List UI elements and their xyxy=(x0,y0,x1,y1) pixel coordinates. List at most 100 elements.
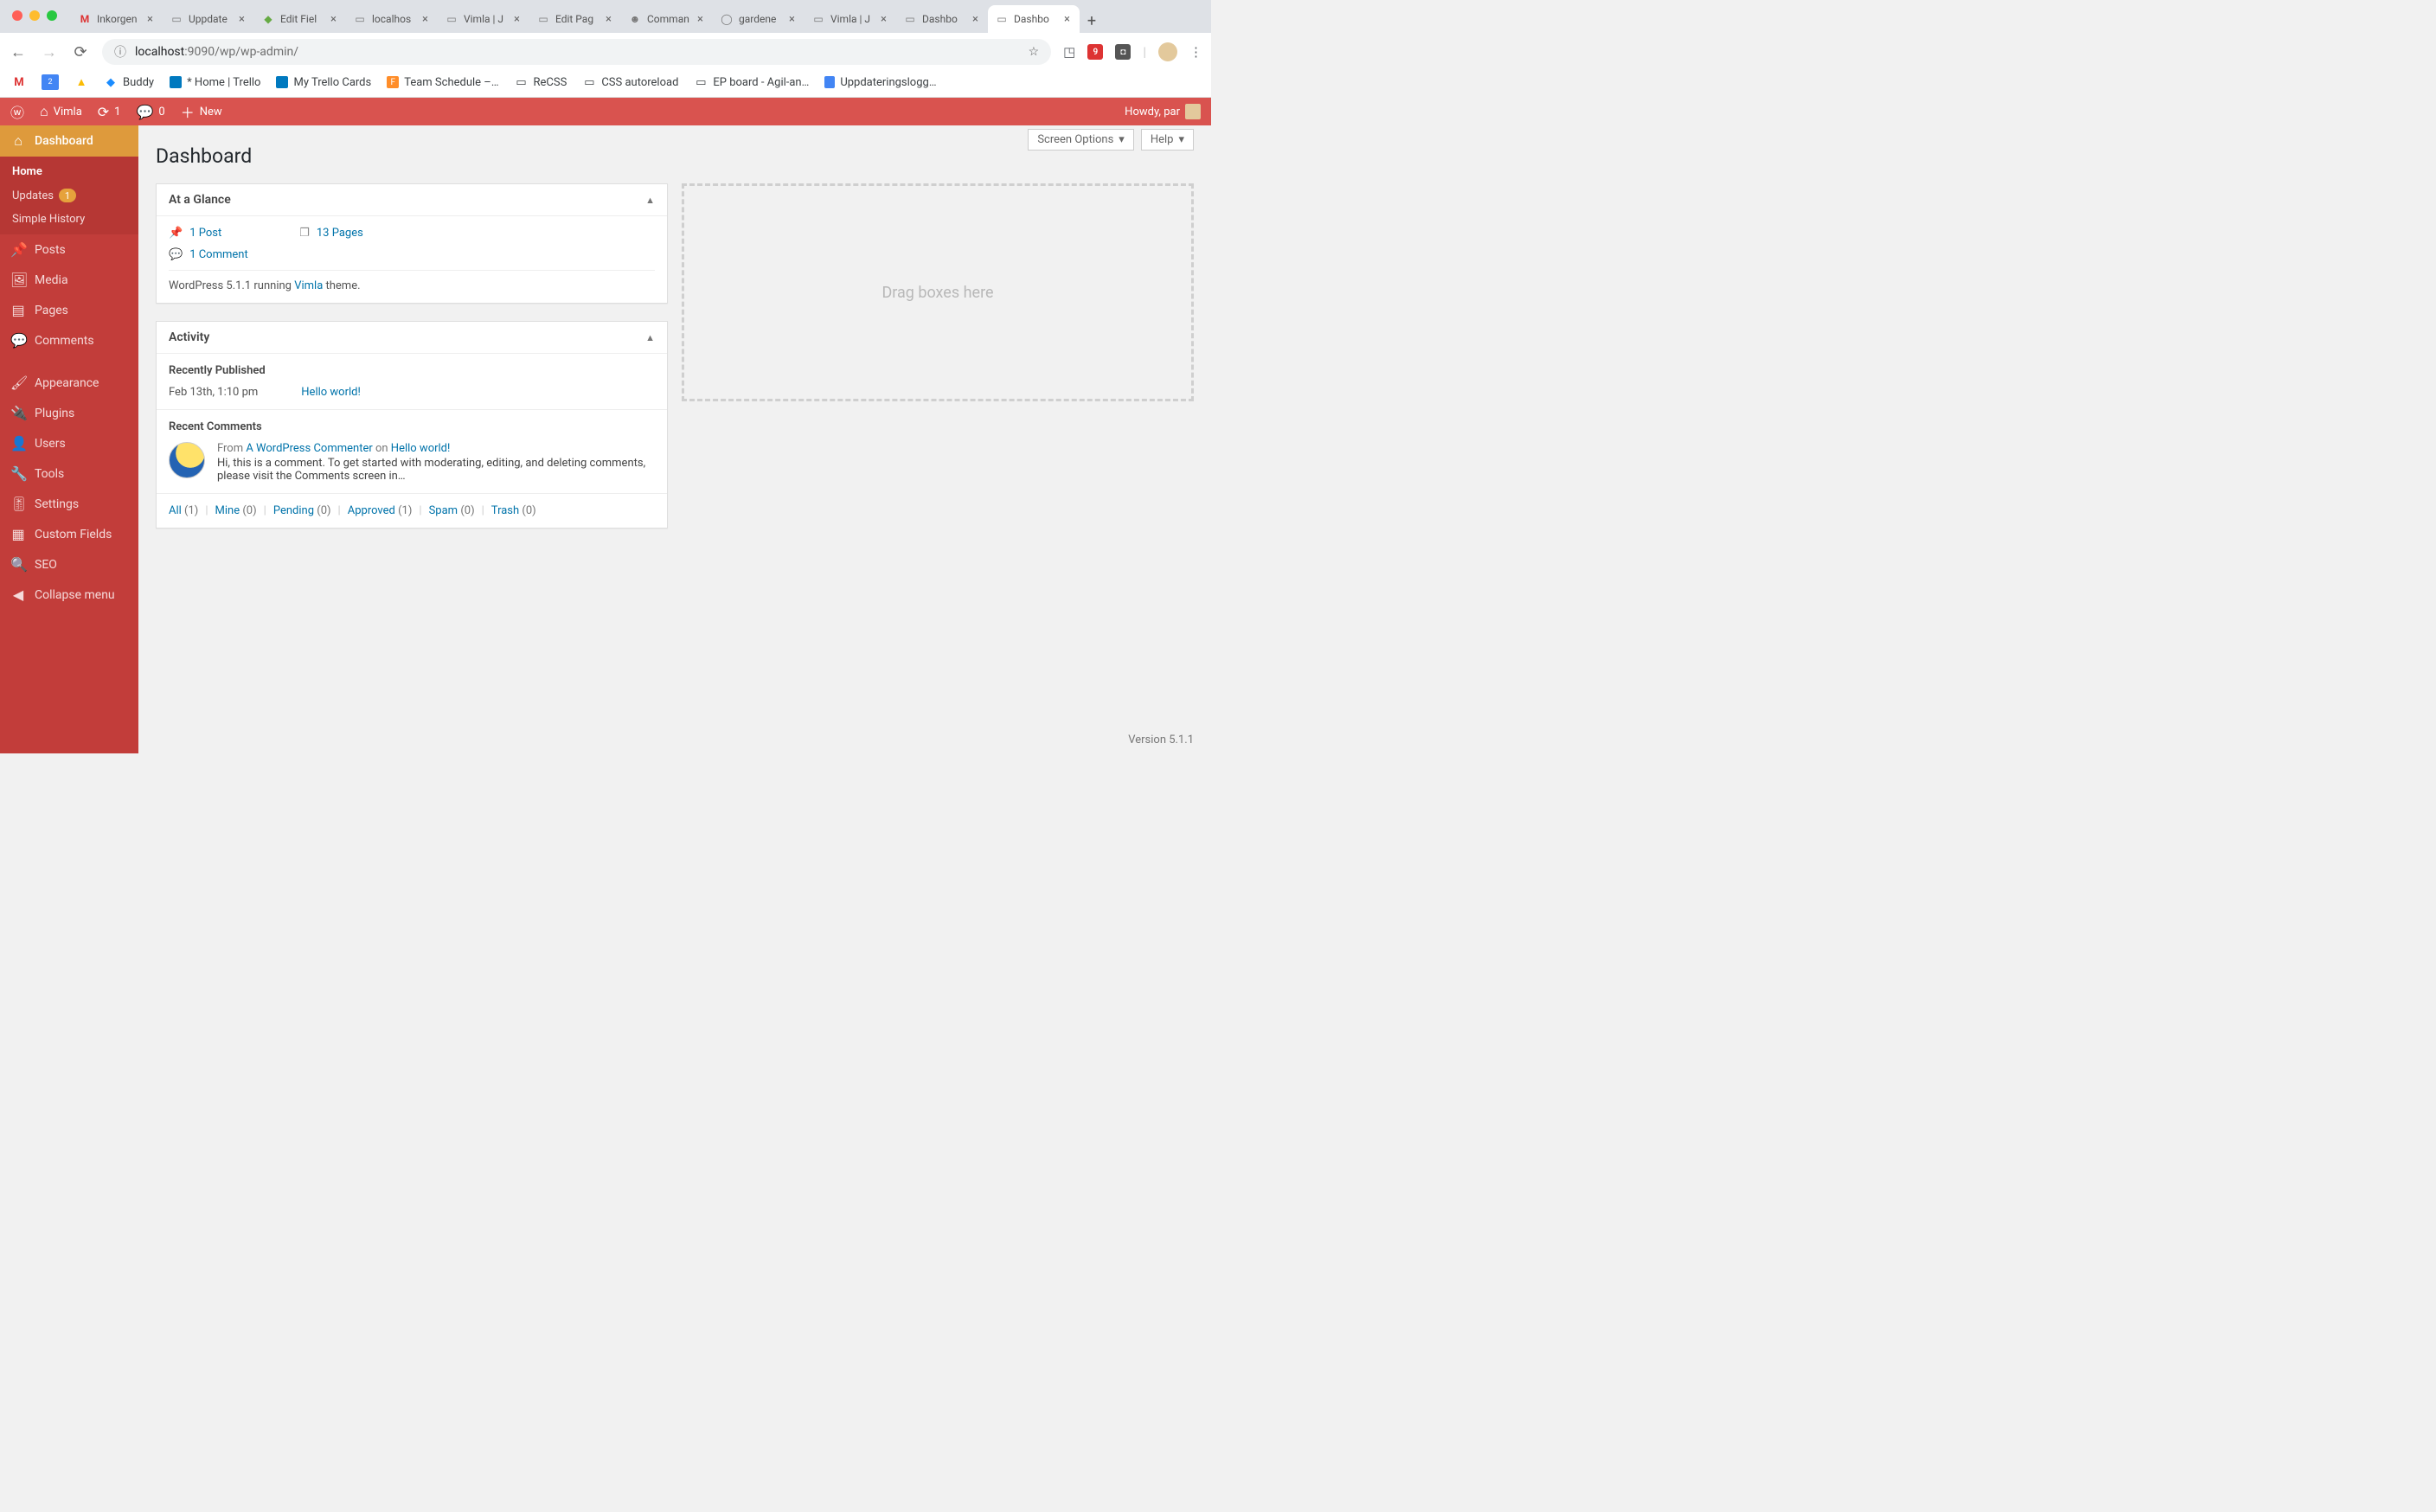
bookmark-item[interactable]: ▭ReCSS xyxy=(515,75,567,89)
filter-trash[interactable]: Trash xyxy=(491,504,519,517)
filter-pending[interactable]: Pending xyxy=(273,504,314,517)
close-tab-icon[interactable]: × xyxy=(144,13,156,26)
theme-link[interactable]: Vimla xyxy=(294,279,323,292)
recently-published-heading: Recently Published xyxy=(169,364,655,377)
comment-row: From A WordPress Commenter on Hello worl… xyxy=(169,442,655,483)
tab-title: Edit Fiel xyxy=(280,13,323,25)
glance-comments-link[interactable]: 💬1 Comment xyxy=(169,248,248,261)
new-content-link[interactable]: ＋New xyxy=(181,101,222,122)
comment-post-link[interactable]: Hello world! xyxy=(391,442,451,455)
close-tab-icon[interactable]: × xyxy=(970,13,981,26)
extension-icon[interactable]: ◘ xyxy=(1115,44,1131,60)
close-tab-icon[interactable]: × xyxy=(236,13,247,26)
comment-author-link[interactable]: A WordPress Commenter xyxy=(246,442,372,455)
pin-icon: 📌 xyxy=(10,241,26,258)
star-icon[interactable]: ☆ xyxy=(1029,45,1040,59)
close-tab-icon[interactable]: × xyxy=(695,13,706,26)
comments-link[interactable]: 💬0 xyxy=(136,104,164,120)
collapse-icon[interactable]: ▲ xyxy=(645,332,655,343)
forward-button[interactable]: → xyxy=(40,43,59,61)
page-icon: ▭ xyxy=(536,12,550,26)
bookmark-item[interactable]: ▲ xyxy=(74,75,88,89)
browser-tab[interactable]: ▭Dashbo× xyxy=(896,5,988,33)
sidebar-item-dashboard[interactable]: ⌂Dashboard xyxy=(0,125,138,157)
my-account-link[interactable]: Howdy, par xyxy=(1125,104,1201,119)
sidebar-item-tools[interactable]: 🔧Tools xyxy=(0,458,138,489)
collapse-icon[interactable]: ▲ xyxy=(645,195,655,206)
help-button[interactable]: Help▾ xyxy=(1141,129,1194,151)
maximize-window-icon[interactable] xyxy=(47,10,57,21)
reload-button[interactable]: ⟳ xyxy=(71,43,90,61)
bookmark-item[interactable]: ▭EP board - Agil-an… xyxy=(694,75,809,89)
bookmark-item[interactable]: My Trello Cards xyxy=(276,76,371,89)
filter-approved[interactable]: Approved xyxy=(348,504,395,517)
sidebar-item-seo[interactable]: 🔍SEO xyxy=(0,549,138,580)
bookmark-label: Buddy xyxy=(123,76,154,89)
profile-avatar-icon[interactable] xyxy=(1158,42,1177,61)
sidebar-item-plugins[interactable]: 🔌Plugins xyxy=(0,398,138,428)
close-tab-icon[interactable]: × xyxy=(1061,13,1073,26)
browser-tab-active[interactable]: ▭Dashbo× xyxy=(988,5,1080,33)
glance-label: 1 Post xyxy=(189,227,221,240)
sidebar-item-custom-fields[interactable]: ▦Custom Fields xyxy=(0,519,138,549)
bookmark-item[interactable]: 2 xyxy=(42,74,59,90)
browser-tabstrip: MInkorgen× ▭Uppdate× ◆Edit Fiel× ▭localh… xyxy=(0,0,1211,33)
new-tab-button[interactable]: + xyxy=(1080,12,1104,33)
back-button[interactable]: ← xyxy=(9,43,28,61)
sidebar-collapse[interactable]: ◀Collapse menu xyxy=(0,580,138,610)
close-tab-icon[interactable]: × xyxy=(511,13,522,26)
sidebar-item-appearance[interactable]: 🖌Appearance xyxy=(0,368,138,398)
publish-title-link[interactable]: Hello world! xyxy=(301,386,361,399)
bookmark-item[interactable]: ◆Buddy xyxy=(104,75,154,89)
browser-tab[interactable]: ☻Comman× xyxy=(621,5,713,33)
site-name-link[interactable]: ⌂Vimla xyxy=(40,103,82,120)
sidebar-sub-updates[interactable]: Updates1 xyxy=(0,183,138,208)
browser-menu-icon[interactable]: ⋮ xyxy=(1189,44,1202,60)
close-tab-icon[interactable]: × xyxy=(786,13,798,26)
sidebar-item-media[interactable]: 🖼Media xyxy=(0,265,138,295)
site-info-icon[interactable]: ⓘ xyxy=(114,43,126,61)
bookmark-item[interactable]: FTeam Schedule –… xyxy=(387,76,498,89)
sidebar-item-users[interactable]: 👤Users xyxy=(0,428,138,458)
close-tab-icon[interactable]: × xyxy=(603,13,614,26)
filter-spam[interactable]: Spam xyxy=(429,504,458,517)
bookmark-item[interactable]: M xyxy=(12,75,26,89)
sidebar-sub-home[interactable]: Home xyxy=(0,160,138,183)
wp-logo-icon[interactable]: ⓦ xyxy=(10,101,24,122)
browser-tab[interactable]: ▭localhos× xyxy=(346,5,438,33)
bookmark-item[interactable]: Uppdateringslogg… xyxy=(824,76,936,89)
glance-pages-link[interactable]: ❐13 Pages xyxy=(299,227,363,240)
extension-badge-icon[interactable]: 9 xyxy=(1087,44,1103,60)
browser-tab[interactable]: ▭Vimla | J× xyxy=(438,5,529,33)
bookmark-item[interactable]: * Home | Trello xyxy=(170,76,260,89)
widget-header[interactable]: At a Glance▲ xyxy=(157,184,667,216)
glance-posts-link[interactable]: 📌1 Post xyxy=(169,227,221,240)
close-tab-icon[interactable]: × xyxy=(420,13,431,26)
filter-mine[interactable]: Mine xyxy=(215,504,240,517)
browser-tab[interactable]: ◆Edit Fiel× xyxy=(254,5,346,33)
sidebar-sub-simple-history[interactable]: Simple History xyxy=(0,208,138,231)
updates-link[interactable]: ⟳1 xyxy=(98,104,121,120)
browser-tab[interactable]: ▭Vimla | J× xyxy=(805,5,896,33)
bookmark-item[interactable]: ▭CSS autoreload xyxy=(582,75,678,89)
extension-icon[interactable]: ◳ xyxy=(1063,44,1075,60)
filter-all[interactable]: All xyxy=(169,504,182,517)
browser-tab[interactable]: ◯gardene× xyxy=(713,5,805,33)
close-tab-icon[interactable]: × xyxy=(878,13,889,26)
sidebar-item-comments[interactable]: 💬Comments xyxy=(0,325,138,356)
widget-header[interactable]: Activity▲ xyxy=(157,322,667,354)
minimize-window-icon[interactable] xyxy=(29,10,40,21)
widget-dropzone[interactable]: Drag boxes here xyxy=(682,183,1194,401)
browser-tab[interactable]: ▭Edit Pag× xyxy=(529,5,621,33)
sidebar-item-pages[interactable]: ▤Pages xyxy=(0,295,138,325)
close-window-icon[interactable] xyxy=(12,10,22,21)
address-bar[interactable]: ⓘ localhost:9090/wp/wp-admin/ ☆ xyxy=(102,39,1051,65)
screen-options-button[interactable]: Screen Options▾ xyxy=(1028,129,1134,151)
sidebar-item-settings[interactable]: 🎚Settings xyxy=(0,489,138,519)
browser-tab[interactable]: MInkorgen× xyxy=(71,5,163,33)
close-tab-icon[interactable]: × xyxy=(328,13,339,26)
tab-title: gardene xyxy=(739,13,781,25)
browser-tab[interactable]: ▭Uppdate× xyxy=(163,5,254,33)
bookmark-label: * Home | Trello xyxy=(187,76,260,89)
sidebar-item-posts[interactable]: 📌Posts xyxy=(0,234,138,265)
